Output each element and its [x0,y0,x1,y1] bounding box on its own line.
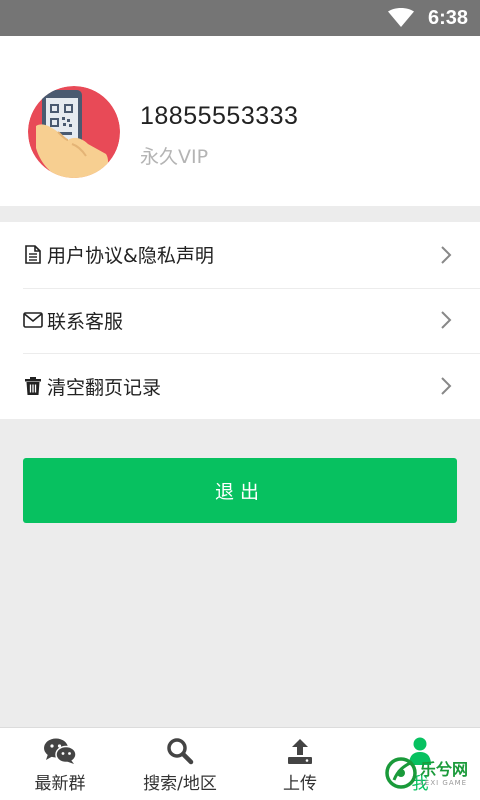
site-watermark: 乐兮网 LEXI GAME [384,752,480,796]
profile-card: 18855553333 永久VIP [0,36,480,206]
menu-item-contact-support[interactable]: 联系客服 [0,287,480,354]
wechat-icon [44,736,76,766]
menu-item-user-agreement[interactable]: 用户协议&隐私声明 [0,222,480,288]
chevron-right-icon [441,311,452,330]
document-icon [23,245,43,265]
menu-item-label: 清空翻页记录 [47,376,162,399]
menu-item-clear-history[interactable]: 清空翻页记录 [0,353,480,419]
user-phone: 18855553333 [140,102,299,130]
upload-icon [284,736,316,766]
trash-icon [23,376,43,396]
mail-icon [23,310,43,330]
clock: 6:38 [427,6,468,29]
logout-button[interactable]: 退出 [23,458,457,523]
watermark-text: 乐兮网 [420,760,469,779]
status-bar: 6:38 [0,0,480,36]
nav-item-upload[interactable]: 上传 [240,728,360,800]
search-icon [164,736,196,766]
qr-phone-hand-icon [28,86,120,178]
nav-item-search-region[interactable]: 搜索/地区 [120,728,240,800]
menu-item-label: 联系客服 [47,310,124,333]
settings-menu: 用户协议&隐私声明 联系客服 清空翻页记录 [0,222,480,419]
chevron-right-icon [441,377,452,395]
wifi-icon [387,8,414,27]
watermark-subtext: LEXI GAME [420,779,468,787]
membership-status: 永久VIP [140,146,209,168]
watermark-logo-icon [385,757,417,789]
nav-item-latest-groups[interactable]: 最新群 [0,728,120,800]
menu-item-label: 用户协议&隐私声明 [47,245,214,268]
chevron-right-icon [441,246,452,264]
avatar[interactable] [28,86,120,178]
nav-label: 上传 [283,774,317,794]
nav-label: 最新群 [34,774,86,794]
nav-label: 搜索/地区 [143,774,217,794]
